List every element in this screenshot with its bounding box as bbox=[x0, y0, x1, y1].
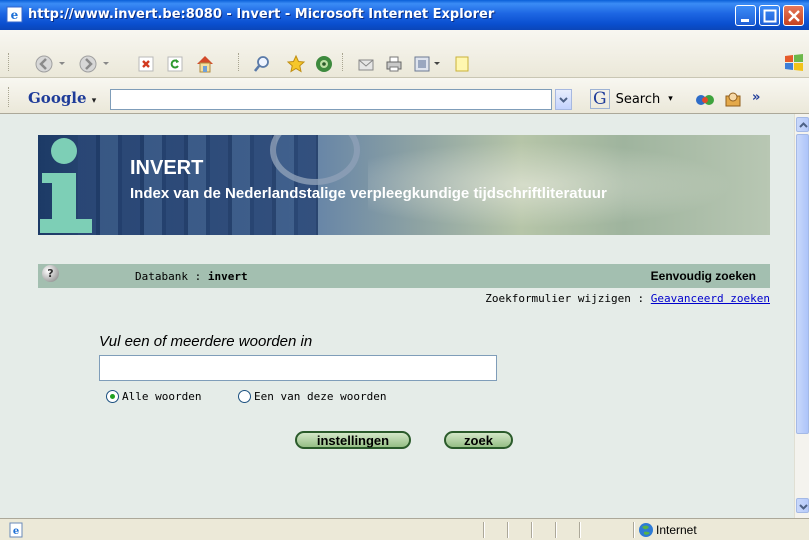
notes-icon[interactable] bbox=[452, 54, 472, 74]
pagerank-icon[interactable] bbox=[694, 92, 716, 108]
chevron-down-icon bbox=[799, 504, 808, 510]
invert-banner: INVERT Index van de Nederlandstalige ver… bbox=[38, 135, 770, 235]
security-zone-label: Internet bbox=[656, 523, 697, 537]
database-name: invert bbox=[207, 270, 248, 283]
maximize-button[interactable] bbox=[759, 5, 780, 26]
google-menu-arrow-icon: ▾ bbox=[91, 96, 97, 106]
scroll-down-button[interactable] bbox=[796, 498, 809, 513]
refresh-icon[interactable] bbox=[165, 54, 185, 74]
svg-text:e: e bbox=[11, 8, 19, 22]
toolbar-separator bbox=[238, 53, 241, 71]
status-bar: e Internet bbox=[0, 518, 809, 540]
favorites-icon[interactable] bbox=[286, 54, 306, 74]
search-prompt: Vul een of meerdere woorden in bbox=[99, 333, 313, 350]
internet-globe-icon bbox=[639, 523, 653, 537]
home-icon[interactable] bbox=[194, 53, 216, 75]
database-label: Databank : bbox=[135, 270, 208, 283]
svg-text:e: e bbox=[13, 526, 19, 537]
info-bar: ? Databank : invert Eenvoudig zoeken bbox=[38, 264, 770, 288]
google-logo-text: Google bbox=[28, 89, 87, 107]
browser-window: e http://www.invert.be:8080 - Invert - M… bbox=[0, 0, 809, 540]
search-icon[interactable] bbox=[252, 54, 272, 74]
status-separator bbox=[483, 522, 484, 538]
google-search-button[interactable]: G Search ▾ bbox=[590, 87, 673, 111]
page-content: INVERT Index van de Nederlandstalige ver… bbox=[0, 114, 794, 518]
toolbar-grip[interactable] bbox=[8, 53, 11, 71]
radio-all-words[interactable]: Alle woorden bbox=[106, 390, 201, 403]
close-icon bbox=[788, 10, 800, 22]
advanced-search-link[interactable]: Geavanceerd zoeken bbox=[651, 292, 770, 305]
google-search-dropdown[interactable] bbox=[555, 89, 572, 110]
chevron-up-icon bbox=[799, 122, 808, 128]
google-logo[interactable]: Google ▾ bbox=[28, 89, 96, 107]
media-icon[interactable] bbox=[314, 54, 334, 74]
chevron-down-icon bbox=[559, 97, 568, 103]
google-search-label: Search bbox=[615, 91, 661, 107]
status-separator bbox=[579, 522, 580, 538]
database-indicator: Databank : invert bbox=[135, 270, 248, 283]
back-icon[interactable] bbox=[34, 54, 54, 74]
change-form-label: Zoekformulier wijzigen : bbox=[485, 292, 651, 305]
search-words-input[interactable] bbox=[99, 355, 497, 381]
minimize-button[interactable] bbox=[735, 5, 756, 26]
radio-any-word-label: Een van deze woorden bbox=[254, 390, 387, 403]
info-i-logo-icon bbox=[40, 138, 92, 233]
search-mode-label: Eenvoudig zoeken bbox=[650, 269, 756, 283]
ie-logo-icon: e bbox=[6, 6, 23, 23]
google-g-icon: G bbox=[590, 89, 610, 109]
search-dropdown-icon[interactable]: ▾ bbox=[668, 94, 673, 104]
standard-toolbar bbox=[0, 30, 809, 78]
radio-all-words-label: Alle woorden bbox=[122, 390, 202, 403]
back-dropdown-icon[interactable] bbox=[58, 56, 66, 70]
minimize-icon bbox=[741, 19, 749, 22]
window-title: http://www.invert.be:8080 - Invert - Mic… bbox=[28, 7, 495, 22]
popup-blocker-icon[interactable] bbox=[724, 91, 742, 109]
change-form-line: Zoekformulier wijzigen : Geavanceerd zoe… bbox=[485, 292, 770, 305]
edit-dropdown-icon[interactable] bbox=[433, 56, 441, 70]
status-separator bbox=[531, 522, 532, 538]
close-button[interactable] bbox=[783, 5, 804, 26]
radio-any-word-button[interactable] bbox=[238, 390, 251, 403]
toolbar-overflow-chevron[interactable]: » bbox=[752, 90, 760, 105]
vertical-scrollbar[interactable] bbox=[794, 114, 809, 518]
radio-any-word[interactable]: Een van deze woorden bbox=[238, 390, 386, 403]
forward-icon[interactable] bbox=[78, 54, 98, 74]
search-button[interactable]: zoek bbox=[444, 431, 513, 449]
google-search-input[interactable] bbox=[110, 89, 552, 110]
edit-icon[interactable] bbox=[412, 54, 432, 74]
banner-title: INVERT bbox=[130, 157, 204, 179]
status-separator bbox=[507, 522, 508, 538]
stop-icon[interactable] bbox=[136, 54, 156, 74]
title-bar[interactable]: e http://www.invert.be:8080 - Invert - M… bbox=[0, 0, 809, 30]
help-icon[interactable]: ? bbox=[42, 265, 59, 282]
google-toolbar-grip[interactable] bbox=[8, 87, 11, 107]
status-separator bbox=[555, 522, 556, 538]
page-icon: e bbox=[9, 522, 23, 538]
banner-subtitle: Index van de Nederlandstalige verpleegku… bbox=[130, 185, 607, 202]
forward-dropdown-icon[interactable] bbox=[102, 56, 110, 70]
mail-icon[interactable] bbox=[356, 54, 376, 74]
settings-button[interactable]: instellingen bbox=[295, 431, 411, 449]
scroll-up-button[interactable] bbox=[796, 117, 809, 132]
print-icon[interactable] bbox=[384, 54, 404, 74]
windows-logo-icon bbox=[785, 54, 803, 71]
google-toolbar: Google ▾ G Search ▾ » bbox=[0, 78, 809, 114]
radio-all-words-button[interactable] bbox=[106, 390, 119, 403]
status-separator bbox=[633, 522, 634, 538]
scroll-thumb[interactable] bbox=[796, 134, 809, 434]
toolbar-separator-2 bbox=[342, 53, 345, 71]
maximize-icon bbox=[763, 9, 777, 23]
